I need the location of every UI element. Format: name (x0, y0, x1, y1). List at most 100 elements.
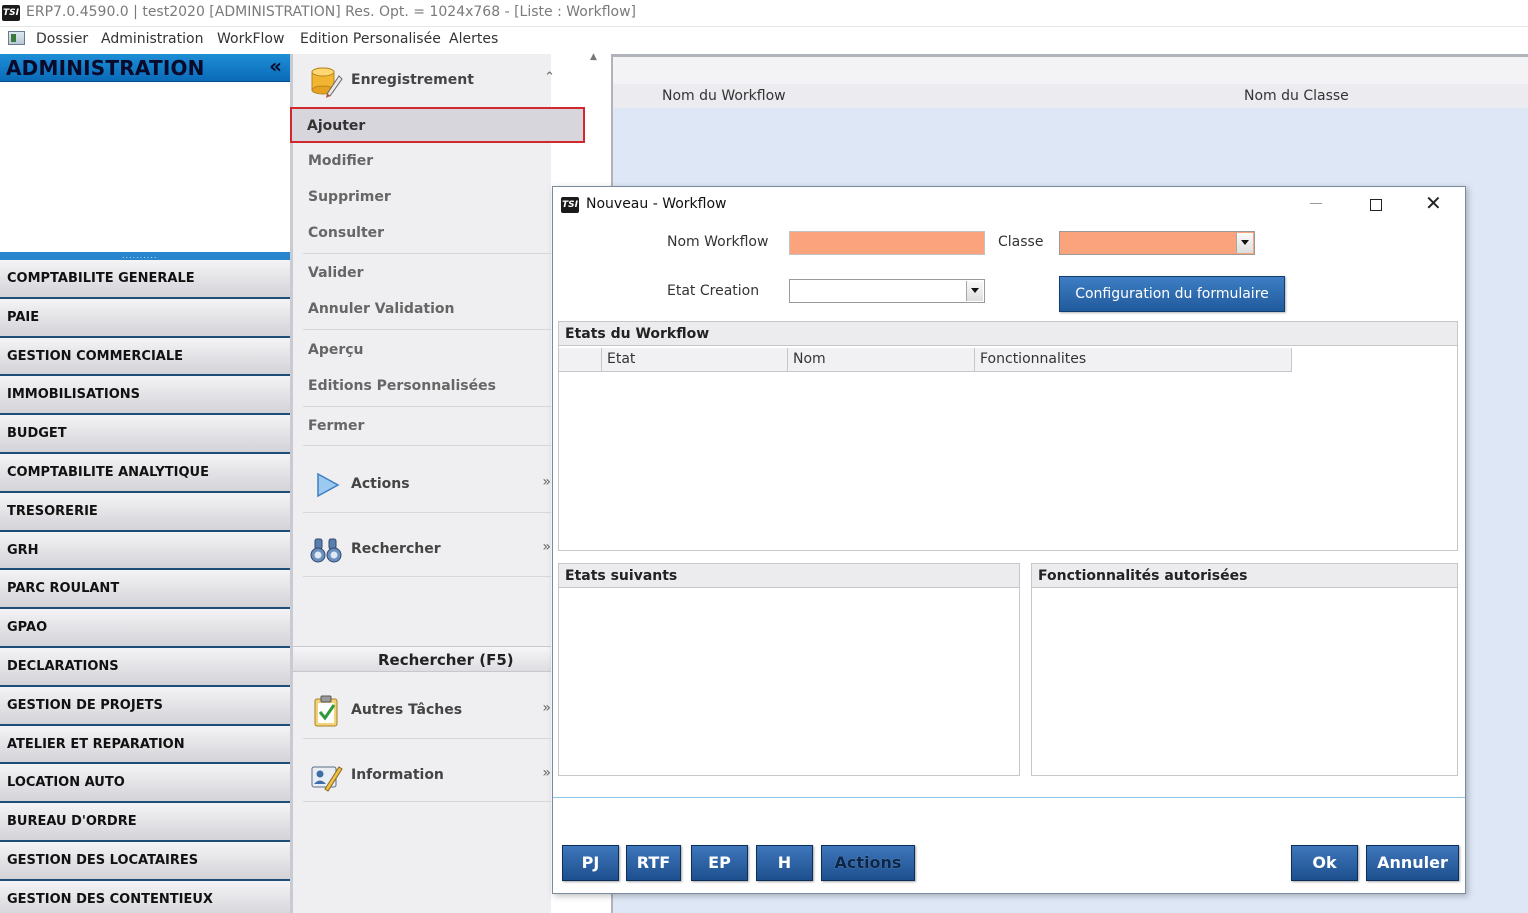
annuler-button[interactable]: Annuler (1366, 845, 1459, 881)
module-atelier-et-reparation[interactable]: ATELIER ET REPARATION (0, 725, 290, 765)
etat-creation-select[interactable] (789, 279, 985, 303)
column-etat[interactable]: Etat (602, 348, 788, 372)
module-list: COMPTABILITE GENERALE PAIE GESTION COMME… (0, 260, 290, 913)
dialog-title: Nouveau - Workflow (586, 196, 727, 212)
scroll-up-icon[interactable]: ▲ (590, 52, 597, 62)
app-menu-icon[interactable] (8, 31, 25, 45)
menu-alertes[interactable]: Alertes (449, 31, 498, 47)
list-toolbar (613, 54, 1528, 84)
classe-select[interactable] (1059, 231, 1255, 255)
dialog-body: Nom Workflow Classe Etat Creation Config… (553, 221, 1465, 893)
module-gestion-commerciale[interactable]: GESTION COMMERCIALE (0, 337, 290, 377)
expand-group-icon[interactable]: » (542, 474, 551, 490)
module-label: BUREAU D'ORDRE (7, 814, 137, 830)
task-valider[interactable]: Valider (293, 256, 551, 292)
dialog-titlebar[interactable]: TSI Nouveau - Workflow ✕ (553, 187, 1465, 221)
search-bar[interactable]: Rechercher (F5) (293, 646, 551, 672)
ok-button[interactable]: Ok (1291, 845, 1358, 881)
panel-title: Fonctionnalités autorisées (1038, 568, 1248, 584)
configuration-formulaire-button[interactable]: Configuration du formulaire (1059, 276, 1285, 312)
group-actions[interactable]: Actions » (293, 458, 551, 514)
module-location-auto[interactable]: LOCATION AUTO (0, 764, 290, 804)
rtf-button[interactable]: RTF (626, 845, 681, 881)
collapse-sidebar-icon[interactable]: « (269, 54, 282, 78)
module-bureau-d-ordre[interactable]: BUREAU D'ORDRE (0, 803, 290, 842)
maximize-icon[interactable] (1370, 199, 1382, 211)
group-enregistrement[interactable]: Enregistrement ⌃ (293, 54, 555, 110)
module-tresorerie[interactable]: TRESORERIE (0, 492, 290, 532)
chevron-down-icon[interactable] (966, 281, 983, 301)
task-label: Modifier (308, 153, 374, 169)
column-nom[interactable]: Nom (788, 348, 975, 372)
module-parc-roulant[interactable]: PARC ROULANT (0, 570, 290, 610)
module-label: BUDGET (7, 426, 67, 442)
module-budget[interactable]: BUDGET (0, 415, 290, 454)
module-gpao[interactable]: GPAO (0, 609, 290, 648)
h-button[interactable]: H (756, 845, 813, 881)
clipboard-check-icon (314, 695, 338, 727)
menu-workflow[interactable]: WorkFlow (217, 31, 284, 47)
pj-button[interactable]: PJ (562, 845, 619, 881)
expand-group-icon[interactable]: » (542, 539, 551, 555)
collapse-group-icon[interactable]: ⌃ (544, 70, 555, 85)
task-editions-personnalisees[interactable]: Editions Personnalisées (293, 369, 551, 405)
sidebar-splitter[interactable]: .......... (0, 252, 290, 260)
module-gestion-des-contentieux[interactable]: GESTION DES CONTENTIEUX (0, 880, 290, 913)
expand-group-icon[interactable]: » (542, 765, 551, 781)
close-icon[interactable]: ✕ (1425, 193, 1442, 213)
module-label: GESTION COMMERCIALE (7, 348, 184, 364)
task-label: Ajouter (307, 118, 366, 134)
task-separator (303, 445, 551, 446)
module-label: COMPTABILITE GENERALE (7, 271, 195, 286)
expand-group-icon[interactable]: » (542, 700, 551, 716)
module-paie[interactable]: PAIE (0, 298, 290, 338)
menu-edition-personalisee[interactable]: Edition Personalisée (300, 31, 441, 47)
task-consulter[interactable]: Consulter (293, 216, 551, 252)
module-gestion-de-projets[interactable]: GESTION DE PROJETS (0, 686, 290, 726)
module-label: ATELIER ET REPARATION (7, 736, 185, 752)
nom-workflow-input[interactable] (789, 231, 985, 255)
group-information[interactable]: Information » (293, 749, 551, 805)
task-label: Aperçu (308, 342, 364, 358)
module-comptabilite-generale[interactable]: COMPTABILITE GENERALE (0, 260, 290, 299)
module-grh[interactable]: GRH (0, 531, 290, 571)
group-title: Information (351, 767, 444, 783)
module-label: DECLARATIONS (7, 658, 119, 674)
column-fonctionnalites[interactable]: Fonctionnalites (975, 348, 1292, 372)
group-autres-taches[interactable]: Autres Tâches » (293, 684, 551, 740)
column-nom-du-workflow[interactable]: Nom du Workflow (662, 88, 786, 104)
binoculars-icon (310, 538, 342, 563)
module-comptabilite-analytique[interactable]: COMPTABILITE ANALYTIQUE (0, 453, 290, 493)
minimize-icon[interactable] (1310, 203, 1322, 204)
module-immobilisations[interactable]: IMMOBILISATIONS (0, 376, 290, 416)
task-apercu[interactable]: Aperçu (293, 333, 551, 369)
ep-button[interactable]: EP (691, 845, 748, 881)
menu-dossier[interactable]: Dossier (36, 31, 88, 47)
footer-divider (553, 797, 1465, 798)
module-label: GESTION DES LOCATAIRES (7, 852, 199, 868)
module-declarations[interactable]: DECLARATIONS (0, 647, 290, 687)
group-title: Rechercher (351, 541, 441, 557)
chevron-down-icon[interactable] (1236, 233, 1253, 253)
search-bar-label: Rechercher (F5) (378, 651, 514, 669)
column-nom-du-classe[interactable]: Nom du Classe (1244, 88, 1349, 104)
column-label: Fonctionnalites (980, 351, 1087, 367)
play-arrow-icon (317, 472, 340, 498)
group-separator (303, 512, 551, 513)
panel-title: Etats du Workflow (565, 326, 710, 342)
task-annuler-validation[interactable]: Annuler Validation (293, 292, 551, 328)
task-modifier[interactable]: Modifier (293, 144, 551, 180)
task-ajouter[interactable]: Ajouter (290, 107, 585, 143)
actions-button[interactable]: Actions (821, 845, 915, 881)
task-label: Annuler Validation (308, 301, 455, 317)
dialog-logo-icon: TSI (561, 197, 579, 213)
menu-administration[interactable]: Administration (101, 31, 203, 47)
task-label: Supprimer (308, 189, 391, 205)
module-gestion-des-locataires[interactable]: GESTION DES LOCATAIRES (0, 841, 290, 881)
tasks-panel: Enregistrement ⌃ ▲ Ajouter Modifier Supp… (290, 52, 597, 913)
group-rechercher[interactable]: Rechercher » (293, 523, 551, 579)
app-logo-icon: TSI (2, 5, 20, 21)
task-supprimer[interactable]: Supprimer (293, 180, 551, 216)
task-fermer[interactable]: Fermer (293, 409, 551, 445)
module-label: PAIE (7, 309, 40, 325)
